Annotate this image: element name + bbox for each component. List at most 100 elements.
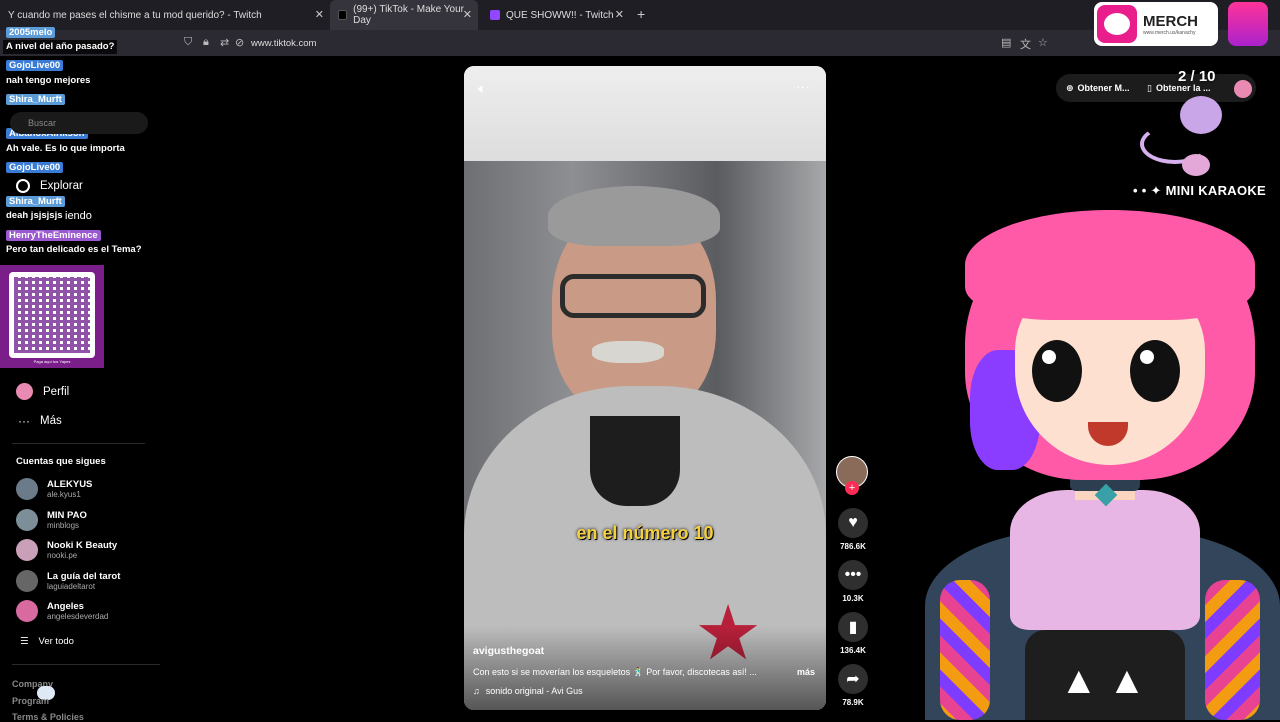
- qr-caption: Paga aquí tus Yapes: [33, 359, 71, 364]
- following-title: Cuentas que sigues: [16, 456, 106, 467]
- music-note-icon: ♫: [473, 686, 480, 696]
- user-avatar[interactable]: [1234, 80, 1252, 98]
- search-placeholder: Buscar: [28, 118, 57, 128]
- merch-url: www.merch.us/kanachy: [1143, 29, 1196, 36]
- qr-panel: Paga aquí tus Yapes: [0, 265, 104, 368]
- comment-button[interactable]: ••• 10.3K: [838, 560, 868, 603]
- tab-twitch-2[interactable]: QUE SHOWW!! - Twitch ✕: [482, 0, 630, 30]
- sidebar-item-explore[interactable]: Explorar: [16, 179, 83, 193]
- following-account[interactable]: ALEKYUS ale.kyus1: [16, 478, 92, 500]
- search-input[interactable]: Buscar: [10, 112, 148, 134]
- karaoke-counter: 2 / 10: [1178, 68, 1216, 85]
- shield-icon[interactable]: ⛉: [184, 36, 192, 49]
- comment-count: 10.3K: [842, 594, 864, 603]
- like-button[interactable]: ♥ 786.6K: [838, 508, 868, 551]
- sidebar-item-more[interactable]: ··· Más: [18, 414, 62, 428]
- bookmark-icon: ▮: [838, 612, 868, 642]
- compass-icon: [16, 179, 30, 193]
- volume-icon[interactable]: 🔈︎: [478, 80, 486, 97]
- phone-icon: ▯: [1147, 83, 1152, 93]
- footer-link-program[interactable]: Program: [12, 696, 49, 706]
- new-tab-icon[interactable]: +: [637, 6, 645, 22]
- save-button[interactable]: ▮ 136.4K: [838, 612, 868, 655]
- bookmark-star-icon[interactable]: ☆: [1038, 36, 1048, 49]
- following-account[interactable]: Angeles angelesdeverdad: [16, 600, 108, 622]
- lock-icon[interactable]: 🔒︎: [203, 36, 209, 49]
- tab-title: (99+) TikTok - Make Your Day: [353, 4, 464, 26]
- vtuber-avatar: ▲ ▲: [920, 200, 1280, 720]
- chat-username: GojoLive00: [3, 161, 66, 175]
- close-tab-icon[interactable]: ✕: [615, 8, 624, 21]
- save-count: 136.4K: [840, 646, 866, 655]
- following-account[interactable]: La guía del tarot laguiadeltarot: [16, 570, 120, 592]
- caption-overlay: en el número 10: [576, 523, 714, 543]
- chat-message: deah jsjsjsjs: [3, 209, 66, 223]
- mustache: [592, 341, 664, 363]
- tab-title: QUE SHOWW!! - Twitch: [506, 9, 614, 21]
- footer-link-terms[interactable]: Terms & Policies: [12, 712, 84, 722]
- tab-bar: Y cuando me pases el chisme a tu mod que…: [0, 0, 1280, 30]
- list-icon: ☰: [20, 636, 29, 647]
- divider: [12, 664, 160, 665]
- more-dots-icon: ···: [18, 414, 30, 428]
- person-hair: [548, 186, 720, 246]
- share-arrow-icon: ➦: [838, 664, 868, 694]
- close-tab-icon[interactable]: ✕: [315, 8, 324, 21]
- mini-karaoke-label: • • ✦ MINI KARAOKE: [1133, 183, 1267, 198]
- reader-icon[interactable]: ▤: [1001, 36, 1011, 49]
- merch-label: MERCH: [1143, 12, 1198, 30]
- video-player[interactable]: ★ 🔈︎ ··· en el número 10 avigusthegoat C…: [464, 66, 826, 710]
- avatar: [16, 509, 38, 531]
- video-sound[interactable]: ♫ sonido original - Avi Gus: [473, 686, 583, 696]
- follow-plus-icon[interactable]: +: [845, 481, 859, 495]
- download-icon: ⊕: [1066, 83, 1074, 93]
- chat-username: GojoLive00: [3, 59, 66, 73]
- translate-icon[interactable]: 文: [1020, 36, 1031, 52]
- merch-banner: MERCH www.merch.us/kanachy: [1094, 2, 1218, 46]
- following-account[interactable]: MIN PAO minblogs: [16, 509, 87, 531]
- share-button[interactable]: ➦ 78.9K: [838, 664, 868, 707]
- get-app-button[interactable]: ⊕ Obtener M...: [1066, 83, 1130, 94]
- chat-username: HenryTheEminence: [3, 229, 104, 243]
- address-field[interactable]: www.tiktok.com: [251, 38, 316, 49]
- video-author[interactable]: avigusthegoat: [473, 645, 544, 657]
- sidebar-item-profile[interactable]: Perfil: [16, 383, 69, 400]
- sidebar-item-label: Explorar: [40, 180, 83, 192]
- divider: [12, 443, 145, 444]
- like-count: 786.6K: [840, 542, 866, 551]
- sidebar-item-label: Perfil: [43, 385, 70, 398]
- chat-username: 2005melo: [3, 26, 58, 40]
- profile-avatar-icon: [16, 383, 33, 400]
- sidebar-item-label: Más: [40, 415, 62, 427]
- following-account[interactable]: Nooki K Beauty nooki.pe: [16, 539, 117, 561]
- glasses: [560, 274, 706, 318]
- tab-title: Y cuando me pases el chisme a tu mod que…: [8, 9, 262, 21]
- avatar: [16, 600, 38, 622]
- chat-message: nah tengo mejores: [3, 74, 94, 88]
- tracking-icon[interactable]: ⊘: [235, 36, 244, 49]
- sidebar-item-label: iendo: [65, 210, 92, 222]
- see-all-link[interactable]: ☰ Ver todo: [20, 636, 74, 647]
- avatar: [16, 539, 38, 561]
- chat-username: Shira_Murft: [3, 93, 68, 107]
- tiktok-icon: [338, 10, 348, 20]
- permissions-icon[interactable]: ⇄: [220, 36, 229, 49]
- sparkle-icon: • • ✦: [1133, 183, 1166, 198]
- more-options-icon[interactable]: ···: [796, 78, 810, 94]
- chat-username: Shira_Murft: [3, 195, 68, 209]
- more-button[interactable]: más: [797, 667, 815, 677]
- tab-tiktok[interactable]: (99+) TikTok - Make Your Day ✕: [330, 0, 478, 30]
- chat-message: A nivel del año pasado?: [3, 40, 118, 54]
- merch-logo-icon: [1097, 5, 1137, 43]
- chat-message: Pero tan delicado es el Tema?: [3, 243, 145, 257]
- avatar: [16, 478, 38, 500]
- avatar: [16, 570, 38, 592]
- comment-icon: •••: [838, 560, 868, 590]
- close-tab-icon[interactable]: ✕: [463, 8, 472, 21]
- qr-code: [9, 272, 95, 358]
- video-description: Con esto si se moverían los esqueletos 🕺…: [473, 667, 757, 677]
- twitch-icon: [490, 10, 500, 20]
- chat-message: Ah vale. Es lo que importa: [3, 142, 128, 156]
- streamer-avatar: [1228, 2, 1268, 46]
- share-count: 78.9K: [842, 698, 864, 707]
